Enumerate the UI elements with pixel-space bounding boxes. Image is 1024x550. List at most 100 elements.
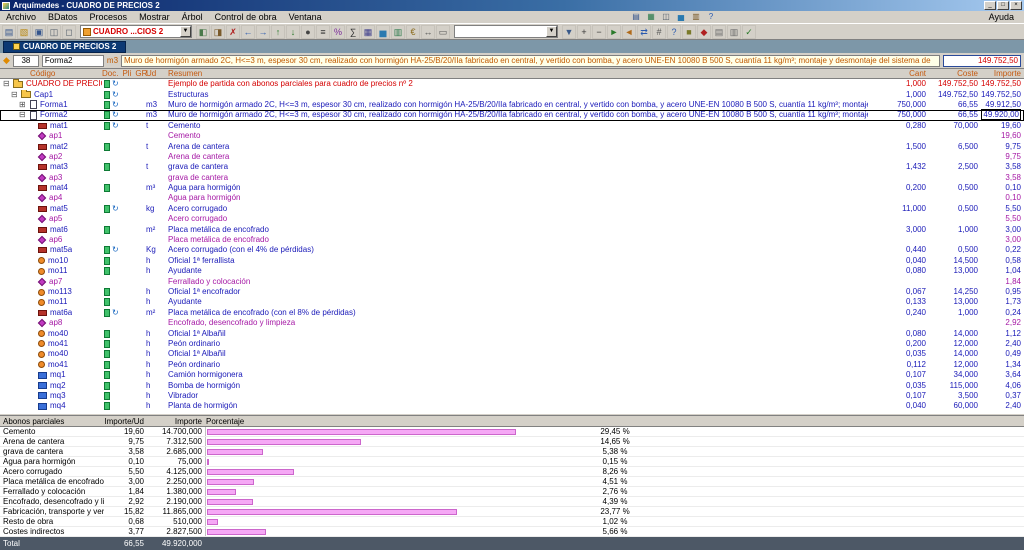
delete-icon[interactable]: ✗: [226, 25, 240, 39]
move-up-icon[interactable]: ↑: [271, 25, 285, 39]
chart-icon[interactable]: ▅: [675, 12, 687, 22]
grid-row-mat6[interactable]: mat6m²Placa metálica de encofrado3,0001,…: [0, 224, 1024, 234]
abono-row-placa-met-lica-de-encofrado[interactable]: Placa metálica de encofrado3,002.250,000…: [0, 477, 1024, 487]
import-icon[interactable]: ◄: [622, 25, 636, 39]
abono-row-grava-de-cantera[interactable]: grava de cantera3,582.685,0005,38 %: [0, 447, 1024, 457]
combo-dropdown-arrow-icon[interactable]: ▼: [180, 26, 191, 37]
database-icon[interactable]: ▥: [690, 12, 702, 22]
grid-row-mq4[interactable]: mq4hPlanta de hormigón0,04060,0002,40: [0, 401, 1024, 411]
abono-row-encofrado-desencofrado-y-limpieza[interactable]: Encofrado, desencofrado y limpieza2,922.…: [0, 497, 1024, 507]
print-icon[interactable]: ◫: [47, 25, 61, 39]
percent-icon[interactable]: %: [331, 25, 345, 39]
window-icon[interactable]: ▭: [436, 25, 450, 39]
grid-row-mq2[interactable]: mq2hBomba de hormigón0,035115,0004,06: [0, 380, 1024, 390]
grid-row-mo11[interactable]: mo11hAyudante0,08013,0001,04: [0, 266, 1024, 276]
grid-row-ap5[interactable]: ap5Acero corrugado5,50: [0, 214, 1024, 224]
grid-row-mo40[interactable]: mo40hOficial 1ª Albañil0,08014,0001,12: [0, 328, 1024, 338]
grid-row-mo10[interactable]: mo10hOficial 1ª ferrallista0,04014,5000,…: [0, 256, 1024, 266]
redo-icon[interactable]: →: [256, 25, 270, 39]
grid-row-mq3[interactable]: mq3hVibrador0,1073,5000,37: [0, 391, 1024, 401]
table-icon[interactable]: ▦: [645, 12, 657, 22]
save-icon[interactable]: ▣: [32, 25, 46, 39]
panel-header-name[interactable]: Abonos parciales: [0, 417, 104, 426]
grid-row-ap8[interactable]: ap8Encofrado, desencofrado y limpieza2,9…: [0, 318, 1024, 328]
header-cant[interactable]: Cant: [868, 69, 926, 78]
grid-row-mat5[interactable]: mat5↻kgAcero corrugado11,0000,5005,50: [0, 204, 1024, 214]
link-icon[interactable]: ↔: [421, 25, 435, 39]
grid-row-mat1[interactable]: mat1↻tCemento0,28070,00019,60: [0, 121, 1024, 131]
header-importe[interactable]: Importe: [978, 69, 1024, 78]
copy-icon[interactable]: ◧: [196, 25, 210, 39]
move-down-icon[interactable]: ↓: [286, 25, 300, 39]
row-number-field[interactable]: 38: [13, 55, 39, 67]
filter-icon[interactable]: ▼: [562, 25, 576, 39]
description-field[interactable]: Muro de hormigón armado 2C, H<=3 m, espe…: [121, 55, 940, 67]
menu-ayuda[interactable]: Ayuda: [979, 12, 1024, 22]
info-icon[interactable]: ?: [667, 25, 681, 39]
grid-row-mat6a[interactable]: mat6a↻m²Placa metálica de encofrado (con…: [0, 308, 1024, 318]
printer-icon[interactable]: ◫: [660, 12, 672, 22]
grid-row-forma2[interactable]: ⊟Forma2↻m3Muro de hormigón armado 2C, H<…: [0, 110, 1024, 120]
open-file-icon[interactable]: ▧: [17, 25, 31, 39]
tree-expander[interactable]: ⊞: [19, 100, 28, 110]
menu-mostrar[interactable]: Mostrar: [133, 12, 176, 22]
close-button[interactable]: ×: [1010, 1, 1022, 10]
abono-row-acero-corrugado[interactable]: Acero corrugado5,504.125,0008,26 %: [0, 467, 1024, 477]
combo-dropdown-arrow-icon[interactable]: ▼: [546, 26, 557, 37]
total-amount-field[interactable]: 149.752,50: [943, 55, 1021, 67]
grid-row-forma1[interactable]: ⊞Forma1↻m3Muro de hormigón armado 2C, H<…: [0, 100, 1024, 110]
grid-row-mq1[interactable]: mq1hCamión hormigonera0,10734,0003,64: [0, 370, 1024, 380]
abono-row-resto-de-obra[interactable]: Resto de obra0,68510,0001,02 %: [0, 517, 1024, 527]
notes-icon[interactable]: ▤: [712, 25, 726, 39]
export-icon[interactable]: ►: [607, 25, 621, 39]
menu-archivo[interactable]: Archivo: [0, 12, 42, 22]
grid-row-mo113[interactable]: mo113hOficial 1ª encofrador0,06714,2500,…: [0, 287, 1024, 297]
grid-row-ap1[interactable]: ap1Cemento19,60: [0, 131, 1024, 141]
zoom-in-icon[interactable]: +: [577, 25, 591, 39]
refresh-icon[interactable]: ⇄: [637, 25, 651, 39]
abono-row-cemento[interactable]: Cemento19,6014.700,00029,45 %: [0, 427, 1024, 437]
columns-icon[interactable]: ▥: [727, 25, 741, 39]
abono-row-arena-de-cantera[interactable]: Arena de cantera9,757.312,50014,65 %: [0, 437, 1024, 447]
tree-expander[interactable]: ⊟: [19, 110, 28, 120]
new-document-icon[interactable]: ▤: [2, 25, 16, 39]
abono-row-ferrallado-y-colocaci-n[interactable]: Ferrallado y colocación1,841.380,0002,76…: [0, 487, 1024, 497]
menu-control-de-obra[interactable]: Control de obra: [209, 12, 283, 22]
settings-icon[interactable]: #: [652, 25, 666, 39]
concept-combo[interactable]: ▼: [454, 25, 558, 38]
grid-row-ap4[interactable]: ap4Agua para hormigón0,10: [0, 193, 1024, 203]
grid-row-mo41[interactable]: mo41hPeón ordinario0,11212,0001,34: [0, 360, 1024, 370]
print-preview-icon[interactable]: ◻: [62, 25, 76, 39]
menu-rbol[interactable]: Árbol: [176, 12, 209, 22]
zoom-out-icon[interactable]: −: [592, 25, 606, 39]
abono-row-fabricaci-n-transporte-y-vertido[interactable]: Fabricación, transporte y vertido15,8211…: [0, 507, 1024, 517]
grid-row-ap3[interactable]: ap3grava de cantera3,58: [0, 173, 1024, 183]
grid-row-mat5a[interactable]: mat5a↻KgAcero corrugado (con el 4% de pé…: [0, 245, 1024, 255]
header-codigo[interactable]: Código: [0, 69, 102, 78]
panel-header-porcentaje[interactable]: Porcentaje: [202, 417, 1024, 426]
lock-icon[interactable]: ■: [682, 25, 696, 39]
grid-row-cuadro-de-precios-2[interactable]: ⊟CUADRO DE PRECIOS 2↻Ejemplo de partida …: [0, 79, 1024, 89]
grid-row-ap6[interactable]: ap6Placa metálica de encofrado3,00: [0, 235, 1024, 245]
grid-row-ap2[interactable]: ap2Arena de cantera9,75: [0, 152, 1024, 162]
grid-row-mo11[interactable]: mo11hAyudante0,13313,0001,73: [0, 297, 1024, 307]
grid-row-mat4[interactable]: mat4m³Agua para hormigón0,2000,5000,10: [0, 183, 1024, 193]
grid-row-cap1[interactable]: ⊟Cap1↻Estructuras1,000149.752,50149.752,…: [0, 89, 1024, 99]
maximize-button[interactable]: □: [997, 1, 1009, 10]
header-coste[interactable]: Coste: [926, 69, 978, 78]
panel-header-importe-ud[interactable]: Importe/Ud: [104, 417, 144, 426]
header-resumen[interactable]: Resumen: [168, 69, 868, 78]
undo-icon[interactable]: ←: [241, 25, 255, 39]
grid-row-mo41[interactable]: mo41hPeón ordinario0,20012,0002,40: [0, 339, 1024, 349]
tree-expander[interactable]: ⊟: [3, 79, 12, 89]
check-icon[interactable]: ✓: [742, 25, 756, 39]
abono-row-costes-indirectos[interactable]: Costes indirectos3,772.827,5005,66 %: [0, 527, 1024, 537]
calculator-icon[interactable]: ▦: [361, 25, 375, 39]
header-ud[interactable]: Ud: [146, 69, 168, 78]
paste-icon[interactable]: ◨: [211, 25, 225, 39]
price-table-combo[interactable]: CUADRO ...CIOS 2 ▼: [80, 25, 192, 38]
help-icon[interactable]: ?: [705, 12, 717, 22]
grid-row-mat2[interactable]: mat2tArena de cantera1,5006,5009,75: [0, 141, 1024, 151]
list-icon[interactable]: ≡: [316, 25, 330, 39]
sum-icon[interactable]: ∑: [346, 25, 360, 39]
